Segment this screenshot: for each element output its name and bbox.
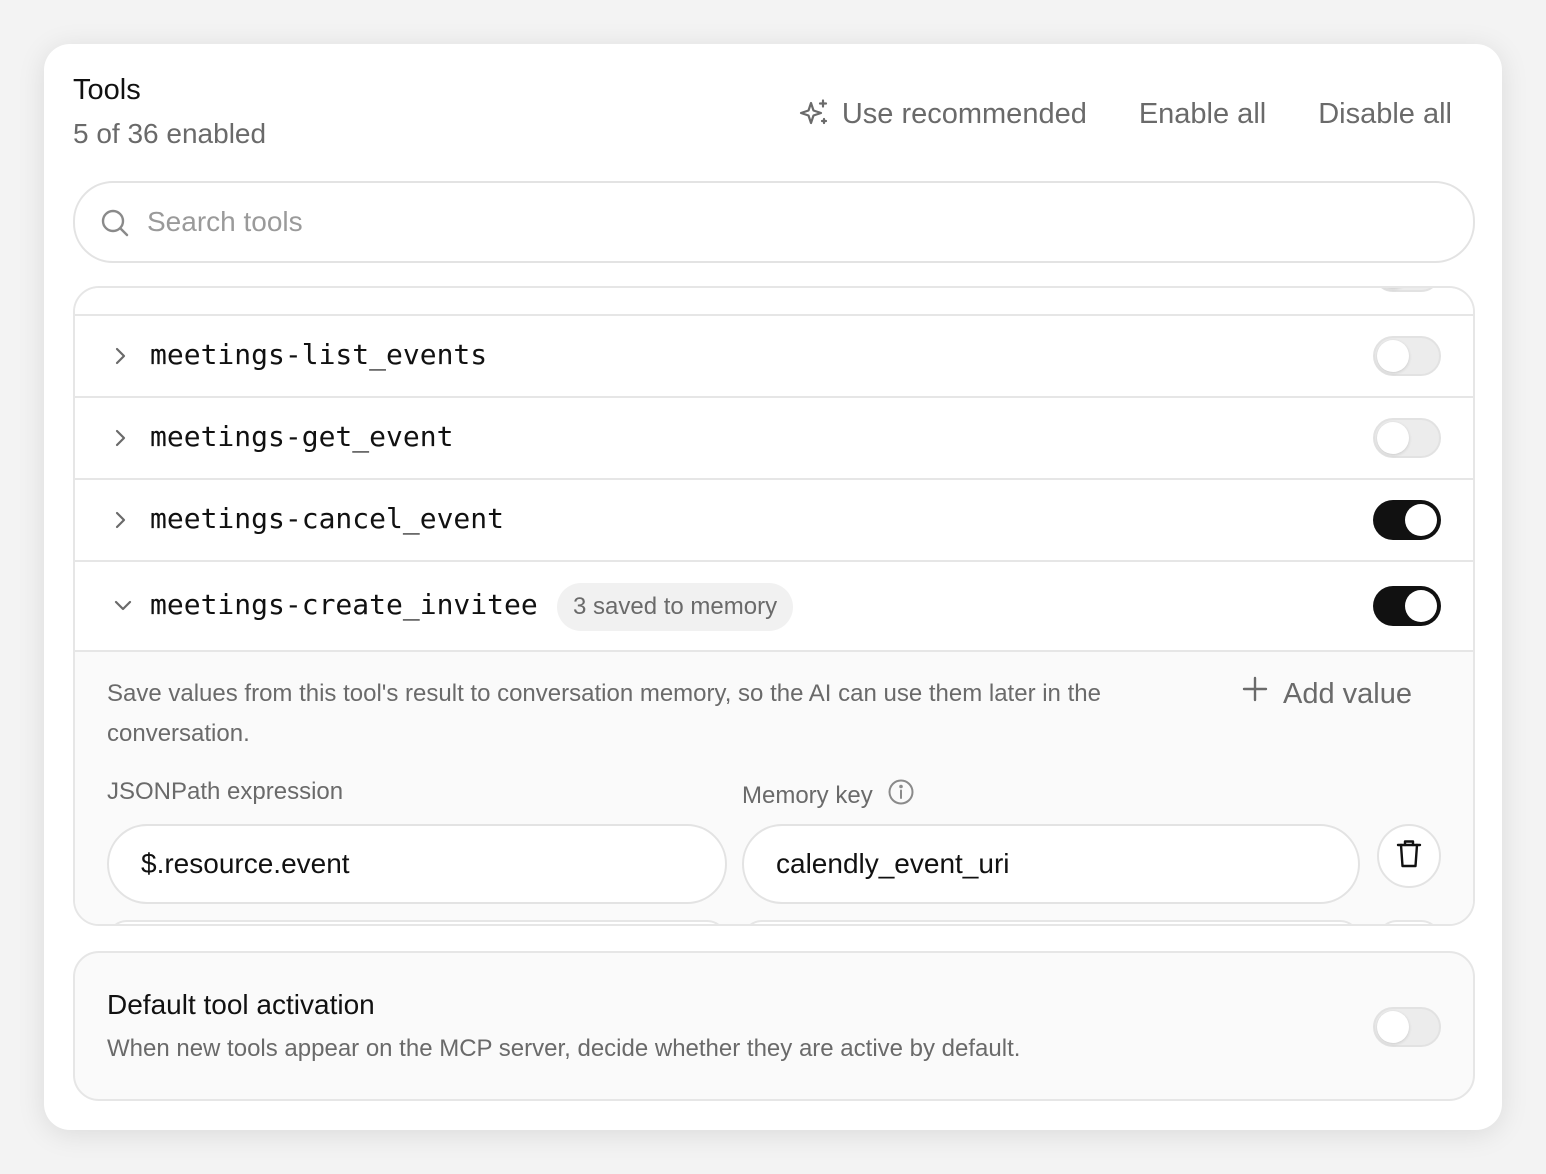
jsonpath-input[interactable] [107,824,727,904]
delete-entry-button-next[interactable] [1377,920,1441,924]
tool-name: meetings-cancel_event [150,502,505,535]
tool-toggle[interactable] [1373,500,1441,540]
trash-icon [1395,838,1423,875]
enabled-count: 5 of 36 enabled [73,118,267,149]
jsonpath-label-text: JSONPath expression [107,778,344,805]
tool-row[interactable]: meetings-list_events [75,316,1473,398]
memory-key-label: Memory key [742,778,915,813]
tool-row-partial [75,288,1473,316]
chevron-right-icon[interactable] [111,424,131,457]
default-activation-toggle[interactable] [1373,1007,1441,1047]
memory-key-input-next[interactable] [742,920,1360,924]
search-box [73,181,1475,263]
tool-row[interactable]: meetings-get_event [75,398,1473,480]
tool-name: meetings-get_event [150,420,454,453]
chevron-right-icon[interactable] [111,506,131,539]
default-activation-title: Default tool activation [107,989,375,1020]
tool-name: meetings-create_invitee [150,588,538,621]
chevron-down-icon[interactable] [111,592,135,625]
jsonpath-label: JSONPath expression [107,778,343,806]
sparkle-icon [798,98,830,130]
tools-list[interactable]: meetings-list_events meetings-get_event … [73,286,1475,926]
info-icon[interactable] [887,778,915,813]
default-activation-box: Default tool activation When new tools a… [73,951,1475,1101]
tools-card: Tools 5 of 36 enabled Use recommended En… [44,44,1502,1130]
default-activation-description: When new tools appear on the MCP server,… [107,1035,1021,1062]
memory-key-label-text: Memory key [742,781,873,809]
tool-name: meetings-list_events [150,338,488,371]
memory-badge: 3 saved to memory [557,583,794,631]
use-recommended-button[interactable]: Use recommended [798,94,1087,134]
plus-icon [1241,674,1269,714]
delete-entry-button[interactable] [1377,824,1441,888]
tool-toggle[interactable] [1373,586,1441,626]
chevron-right-icon[interactable] [111,342,131,375]
tool-row[interactable]: meetings-cancel_event [75,480,1473,562]
memory-key-input[interactable] [742,824,1360,904]
header-actions: Use recommended Enable all Disable all [798,94,1452,134]
add-value-label: Add value [1283,678,1412,710]
tools-title: Tools [73,74,141,106]
enable-all-button[interactable]: Enable all [1139,94,1266,134]
add-value-button[interactable]: Add value [1241,674,1412,714]
tool-toggle[interactable] [1373,418,1441,458]
search-input[interactable] [147,183,1447,261]
memory-panel: Save values from this tool's result to c… [75,652,1473,924]
jsonpath-input-next[interactable] [107,920,727,924]
memory-description: Save values from this tool's result to c… [107,680,1101,747]
tool-toggle[interactable] [1373,336,1441,376]
tool-toggle-partial[interactable] [1373,288,1441,292]
use-recommended-label: Use recommended [841,98,1087,130]
disable-all-button[interactable]: Disable all [1318,94,1452,134]
tool-row-expanded[interactable]: meetings-create_invitee 3 saved to memor… [75,562,1473,652]
search-icon [99,207,131,244]
